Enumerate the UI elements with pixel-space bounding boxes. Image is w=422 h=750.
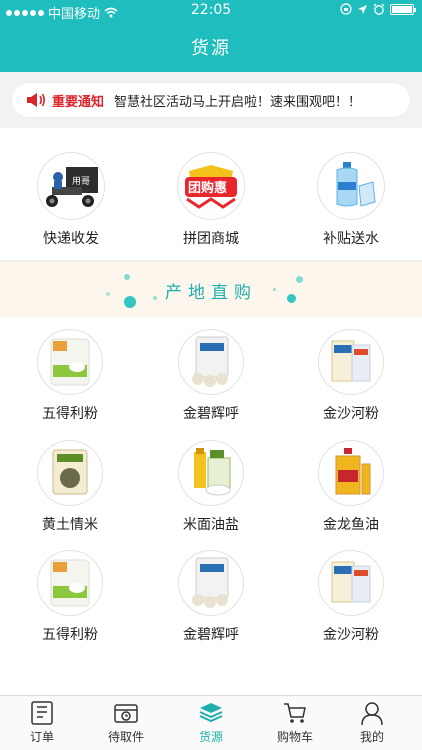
alarm-icon [373,3,385,15]
product-item[interactable]: 黄土情米 [15,440,125,534]
product-image [37,440,103,506]
status-bar: 中国移动 22:05 [0,0,422,22]
service-groupbuy-label: 拼团商城 [183,231,239,247]
flour-bag-icon [50,559,90,607]
tab-cart-label: 购物车 [276,730,313,744]
tab-goods[interactable]: 货源 [169,700,253,745]
notice-tag: 重要通知 [52,94,105,110]
product-item[interactable]: 五得利粉 [15,550,125,644]
service-groupbuy[interactable]: 团购惠 拼团商城 [156,152,266,248]
battery-icon [390,3,416,15]
millet-bag-icon [52,449,88,495]
layers-icon [199,703,223,723]
service-water-label: 补贴送水 [323,231,379,247]
tab-pickup-label: 待取件 [107,730,144,744]
speaker-icon [27,93,46,107]
product-label: 黄土情米 [42,517,98,533]
product-image [178,329,244,395]
tab-orders-label: 订单 [29,730,54,744]
product-item[interactable]: 金沙河粉 [296,329,406,423]
product-label: 五得利粉 [42,627,98,643]
service-express-circle: 用哥 [37,152,105,220]
product-image [178,440,244,506]
top-bar: 中国移动 22:05 货源 [0,0,422,72]
tab-bar: 订单 待取件 货源 购物车 我的 [0,695,422,750]
order-icon [31,701,53,725]
product-item[interactable]: 五得利粉 [15,329,125,423]
tab-cart[interactable]: 购物车 [253,700,337,745]
status-right [340,3,416,15]
product-item[interactable]: 米面油盐 [156,440,266,534]
tab-me-label: 我的 [359,730,384,744]
tab-goods-label: 货源 [198,730,223,744]
product-image [318,550,384,616]
notice-bar[interactable]: 重要通知 智慧社区活动马上开启啦！速来围观吧！！ [12,83,410,117]
group-buy-icon: 团购惠 [185,165,237,209]
pickup-icon [114,704,138,723]
service-express-label: 快递收发 [43,231,99,247]
product-image [178,550,244,616]
flour-package-icon [331,561,371,603]
service-water-circle [317,152,385,220]
product-label: 金碧辉呼 [183,406,239,422]
product-image [318,329,384,395]
product-item[interactable]: 金龙鱼油 [296,440,406,534]
tab-pickup[interactable]: 待取件 [84,700,168,745]
service-water[interactable]: 补贴送水 [296,152,406,248]
page-title: 货源 [191,38,231,59]
service-express[interactable]: 用哥 快递收发 [16,152,126,248]
product-label: 金龙鱼油 [323,517,379,533]
product-label: 金沙河粉 [323,627,379,643]
tab-orders[interactable]: 订单 [0,700,84,745]
flour-sack-icon [192,336,229,387]
product-item[interactable]: 金碧辉呼 [156,550,266,644]
user-icon [361,702,383,726]
product-label: 金碧辉呼 [183,627,239,643]
flour-package-icon [331,340,371,382]
rotation-lock-icon [340,3,352,15]
grocery-set-icon [194,448,231,496]
product-grid: 五得利粉 金碧辉呼 金沙河粉 黄土情米 米面油盐 金龙鱼油 五得利粉 金碧辉呼 … [0,318,422,695]
tab-me[interactable]: 我的 [330,700,414,745]
product-label: 米面油盐 [183,517,239,533]
svg-text:用哥: 用哥 [72,176,90,187]
product-image [37,329,103,395]
product-image [37,550,103,616]
location-icon [358,4,367,14]
services-panel: 用哥 快递收发 团购惠 拼团商城 补贴送水 [0,128,422,260]
water-bottle-icon [336,162,376,207]
svg-text:团购惠: 团购惠 [188,180,227,196]
origin-banner: 产地直购 [0,262,422,318]
product-item[interactable]: 金沙河粉 [296,550,406,644]
origin-title: 产地直购 [165,283,257,303]
cart-icon [284,703,306,723]
service-groupbuy-circle: 团购惠 [177,152,245,220]
product-image [318,440,384,506]
product-item[interactable]: 金碧辉呼 [156,329,266,423]
oil-bottle-icon [335,448,371,495]
product-label: 五得利粉 [42,406,98,422]
notice-message: 智慧社区活动马上开启啦！速来围观吧！！ [114,94,362,110]
flour-bag-icon [50,338,90,386]
delivery-tricycle-icon: 用哥 [46,167,98,207]
flour-sack-icon [192,557,229,608]
product-label: 金沙河粉 [323,406,379,422]
